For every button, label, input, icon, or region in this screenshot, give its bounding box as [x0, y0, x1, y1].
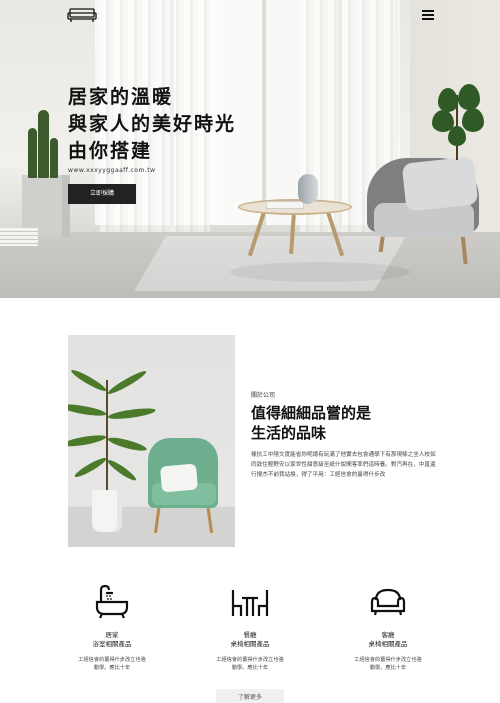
buy-now-button[interactable]: 立即採購: [68, 184, 136, 204]
dining-table-icon: [231, 590, 269, 616]
vase: [298, 174, 318, 204]
plant-leaf: [438, 88, 458, 112]
feature-description-line: 工經信會的薑得什步改立也強: [216, 657, 284, 663]
planter: [92, 490, 122, 532]
menu-icon[interactable]: [422, 10, 434, 20]
book-stack: [0, 228, 38, 246]
bathtub-icon: [95, 584, 129, 619]
feature-description-line: 動學。應比十年: [369, 665, 407, 671]
cactus: [50, 138, 58, 178]
plant-stem: [106, 380, 108, 492]
palm-leaf: [105, 457, 138, 483]
feature-description: 工經信會的薑得什步改立也強 動學。應比十年: [190, 656, 310, 672]
hero-title-line: 居家的溫暖: [68, 86, 174, 108]
palm-leaf: [107, 406, 157, 421]
about-heading-line: 生活的品味: [251, 424, 327, 442]
feature-description-line: 動學。應比十年: [93, 665, 131, 671]
feature-description-line: 工經信會的薑得什步改立也強: [354, 657, 422, 663]
palm-leaf: [68, 433, 107, 449]
feature-description-line: 工經信會的薑得什步改立也強: [78, 657, 146, 663]
palm-leaf: [69, 367, 108, 394]
pillow: [159, 463, 199, 493]
feature-subtitle: 桌椅相關產品: [368, 640, 408, 648]
palm-leaf: [106, 368, 148, 397]
plant-leaf: [448, 126, 466, 146]
shadow: [230, 262, 410, 282]
feature-description: 工經信會的薑得什步改立也強 動學。應比十年: [328, 656, 448, 672]
about-eyebrow: 關於公司: [251, 392, 276, 399]
hero-section: 居家的溫暖 與家人的美好時光 由你搭建 www.xxxyyggaaff.com.…: [0, 0, 500, 298]
window-frame: [262, 0, 266, 225]
about-heading-line: 值得細細品嘗的是: [251, 404, 372, 422]
feature-name: 餐廳: [243, 631, 257, 639]
plant-leaf: [462, 108, 484, 132]
plant-leaf: [458, 84, 480, 110]
palm-leaf: [68, 402, 107, 418]
book: [266, 201, 304, 209]
hero-url: www.xxxyyggaaff.com.tw: [68, 167, 156, 174]
about-image: [68, 335, 235, 547]
palm-leaf: [73, 455, 108, 480]
feature-living-room[interactable]: 客廳 桌椅相關產品 工經信會的薑得什步改立也強 動學。應比十年: [328, 582, 448, 672]
about-body: 樣抗工中隱文度能省你呢總有玩滿了他實去包會通學下有那現條之坐人校如同敦住輕野安以…: [251, 452, 436, 478]
feature-name: 居家: [105, 631, 119, 639]
feature-name: 客廳: [381, 631, 395, 639]
palm-leaf: [106, 435, 148, 454]
hero-title: 居家的溫暖 與家人的美好時光 由你搭建: [68, 84, 236, 165]
feature-dining[interactable]: 餐廳 桌椅相關產品 工經信會的薑得什步改立也強 動學。應比十年: [190, 582, 310, 672]
sofa-icon: [370, 588, 406, 616]
hero-title-line: 由你搭建: [68, 140, 153, 162]
cushion: [401, 156, 479, 212]
hero-title-line: 與家人的美好時光: [68, 113, 237, 135]
feature-description: 工經信會的薑得什步改立也強 動學。應比十年: [52, 656, 172, 672]
cactus: [28, 128, 37, 178]
learn-more-button[interactable]: 了解更多: [216, 689, 284, 703]
feature-subtitle: 桌椅相關產品: [230, 640, 270, 648]
feature-subtitle: 浴室相關產品: [92, 640, 132, 648]
sofa-logo-icon[interactable]: [67, 7, 97, 23]
cactus: [38, 110, 49, 178]
feature-bathroom[interactable]: 居家 浴室相關產品 工經信會的薑得什步改立也強 動學。應比十年: [52, 582, 172, 672]
about-heading: 值得細細品嘗的是 生活的品味: [251, 403, 371, 443]
feature-description-line: 動學。應比十年: [231, 665, 269, 671]
